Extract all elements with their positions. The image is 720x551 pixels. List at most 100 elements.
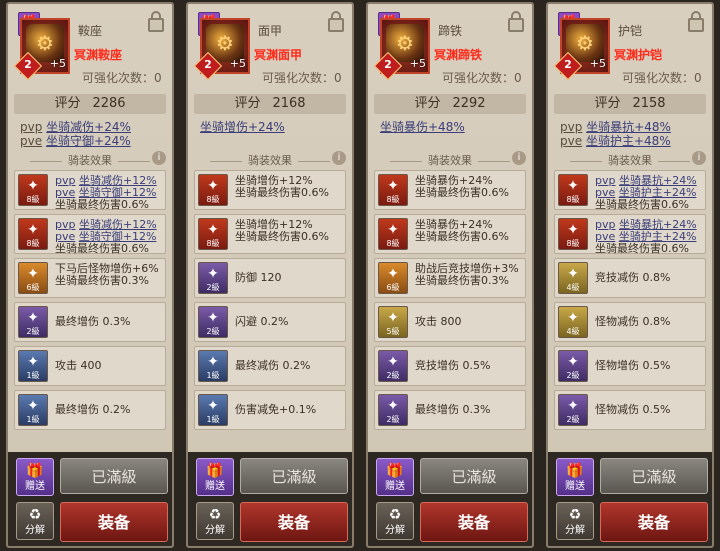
effect-text: 怪物减伤 0.8% [595,316,670,328]
riding-effect[interactable]: ✦ 8級 坐骑增伤+12% 坐骑最终伤害0.6% [194,214,346,254]
bonus-line: pve 坐骑守御+24% [20,134,131,148]
riding-effect[interactable]: ✦ 8級 pvp 坐骑暴抗+24% pve 坐骑护主+24% 坐骑最终伤害0.6% [554,170,706,211]
max-level-button[interactable]: 已滿級 [240,458,348,494]
lock-icon[interactable] [148,11,164,32]
effect-grade: 2級 [566,371,580,380]
riding-effect[interactable]: ✦ 8級 坐骑暴伤+24% 坐骑最终伤害0.6% [374,214,526,254]
bonus-line: 坐骑暴伤+48% [380,120,465,134]
info-icon[interactable]: i [692,151,706,165]
effect-grade: 8級 [386,195,400,204]
effect-rune-icon: ✦ 1級 [18,394,48,426]
gift-label: 赠送 [205,481,225,492]
effect-line: 竞技减伤 0.8% [595,272,670,284]
riding-effect[interactable]: ✦ 1級 伤害减免+0.1% [194,390,346,430]
riding-effect[interactable]: ✦ 8級 pvp 坐骑减伤+12% pve 坐骑守御+12% 坐骑最终伤害0.6% [14,170,166,211]
score-value: 2168 [272,96,306,111]
effect-rune-icon: ✦ 4級 [558,306,588,338]
effect-value: 坐骑最终伤害0.6% [595,198,689,211]
riding-effect[interactable]: ✦ 4級 竞技减伤 0.8% [554,258,706,298]
max-level-button[interactable]: 已滿級 [600,458,708,494]
riding-effect[interactable]: ✦ 2級 怪物减伤 0.5% [554,390,706,430]
equipment-panel: 🎁⚙2+5护铠冥渊护铠可强化次数：0评分2158pvp 坐骑暴抗+48%pve … [546,2,714,548]
item-icon-frame[interactable]: ⚙ 2 +5 [13,18,70,81]
enhance-count: 可强化次数：0 [262,71,342,85]
lock-icon[interactable] [688,11,704,32]
effect-line: 怪物减伤 0.8% [595,316,670,328]
riding-effect[interactable]: ✦ 2級 最终增伤 0.3% [374,390,526,430]
decompose-button[interactable]: ♻ 分解 [376,502,414,540]
equip-button[interactable]: 装备 [240,502,348,542]
action-bar: 🎁 赠送 ♻ 分解 已滿級装备 [548,452,712,546]
riding-effect[interactable]: ✦ 6級 助战后竞技增伤+3% 坐骑最终伤害0.3% [374,258,526,298]
effect-rune-icon: ✦ 6級 [378,262,408,294]
decompose-button[interactable]: ♻ 分解 [196,502,234,540]
gift-button[interactable]: 🎁 赠送 [16,458,54,496]
equip-button[interactable]: 装备 [600,502,708,542]
effect-value: 怪物减伤 0.5% [595,403,671,416]
effect-grade: 2級 [26,327,40,336]
effect-value: 坐骑最终伤害0.6% [235,230,329,243]
gift-button[interactable]: 🎁 赠送 [376,458,414,496]
effect-grade: 2級 [566,415,580,424]
effect-value: 坐骑最终伤害0.6% [55,198,149,211]
riding-effect[interactable]: ✦ 2級 怪物增伤 0.5% [554,346,706,386]
item-name: 冥渊面甲 [254,48,303,62]
equip-button[interactable]: 装备 [60,502,168,542]
effect-text: pvp 坐骑减伤+12% pve 坐骑守御+12% 坐骑最终伤害0.6% [55,175,157,211]
item-icon-frame[interactable]: ⚙ 2 +5 [553,18,610,81]
lock-icon[interactable] [328,11,344,32]
effect-rune-icon: ✦ 8級 [378,218,408,250]
riding-effect[interactable]: ✦ 1級 攻击 400 [14,346,166,386]
riding-effect[interactable]: ✦ 8級 坐骑暴伤+24% 坐骑最终伤害0.6% [374,170,526,210]
action-bar: 🎁 赠送 ♻ 分解 已滿級装备 [368,452,532,546]
riding-effect[interactable]: ✦ 8級 坐骑增伤+12% 坐骑最终伤害0.6% [194,170,346,210]
info-icon[interactable]: i [332,151,346,165]
effect-value: 伤害减免+0.1% [235,403,317,416]
score-bar: 评分 2168 [194,94,346,114]
gift-button[interactable]: 🎁 赠送 [556,458,594,496]
effect-value: 最终增伤 0.3% [55,315,131,328]
effect-grade: 2級 [386,415,400,424]
equip-button[interactable]: 装备 [420,502,528,542]
riding-effect[interactable]: ✦ 8級 pvp 坐骑减伤+12% pve 坐骑守御+12% 坐骑最终伤害0.6% [14,214,166,255]
gift-button[interactable]: 🎁 赠送 [196,458,234,496]
bonus-text: 坐骑暴抗+48% [586,120,671,134]
riding-effect[interactable]: ✦ 2級 闪避 0.2% [194,302,346,342]
item-icon-frame[interactable]: ⚙ 2 +5 [193,18,250,81]
max-level-button[interactable]: 已滿級 [420,458,528,494]
lock-icon[interactable] [508,11,524,32]
effect-line: 坐骑最终伤害0.6% [55,243,157,255]
effect-grade: 2級 [206,327,220,336]
riding-effect[interactable]: ✦ 8級 pvp 坐骑暴抗+24% pve 坐骑护主+24% 坐骑最终伤害0.6% [554,214,706,255]
riding-effect[interactable]: ✦ 1級 最终增伤 0.2% [14,390,166,430]
effect-value: 坐骑最终伤害0.3% [415,274,509,287]
max-level-button[interactable]: 已滿級 [60,458,168,494]
info-icon[interactable]: i [152,151,166,165]
bonus-text: 坐骑减伤+24% [46,120,131,134]
score-value: 2286 [92,96,126,111]
decompose-label: 分解 [385,525,405,536]
info-icon[interactable]: i [512,151,526,165]
effect-value: 闪避 0.2% [235,315,289,328]
effect-rune-icon: ✦ 4級 [558,262,588,294]
riding-effect[interactable]: ✦ 6級 下马后怪物增伤+6% 坐骑最终伤害0.3% [14,258,166,298]
effect-grade: 8級 [26,239,40,248]
enhance-count: 可强化次数：0 [442,71,522,85]
effect-value: 攻击 800 [415,315,462,328]
item-icon-frame[interactable]: ⚙ 2 +5 [373,18,430,81]
effect-value: 坐骑最终伤害0.3% [55,274,149,287]
riding-effect[interactable]: ✦ 2級 竞技增伤 0.5% [374,346,526,386]
effect-grade: 8級 [386,239,400,248]
riding-effect[interactable]: ✦ 2級 防御 120 [194,258,346,298]
decompose-button[interactable]: ♻ 分解 [16,502,54,540]
riding-effect[interactable]: ✦ 5級 攻击 800 [374,302,526,342]
riding-effect[interactable]: ✦ 2級 最终增伤 0.3% [14,302,166,342]
effect-line: 闪避 0.2% [235,316,288,328]
effect-text: 坐骑增伤+12% 坐骑最终伤害0.6% [235,175,329,199]
riding-effect[interactable]: ✦ 4級 怪物减伤 0.8% [554,302,706,342]
riding-effect[interactable]: ✦ 1級 最终减伤 0.2% [194,346,346,386]
item-level: 2 [384,58,392,71]
decompose-button[interactable]: ♻ 分解 [556,502,594,540]
enhance-count: 可强化次数：0 [82,71,162,85]
gift-icon: 🎁 [206,463,224,479]
